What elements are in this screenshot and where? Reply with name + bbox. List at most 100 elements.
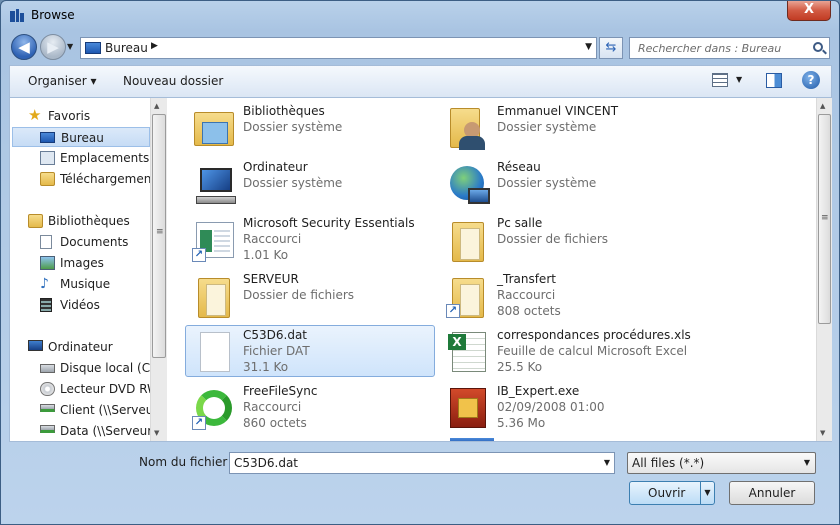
browse-dialog: Browse X ◀ ▶ ▼ Bureau ▶ ▼ ⇆ Rechercher d…: [0, 0, 840, 525]
app-icon: [10, 9, 24, 22]
network-icon: [446, 162, 490, 206]
forward-button[interactable]: ▶: [40, 34, 66, 60]
file-item[interactable]: Réseau Dossier système: [440, 158, 690, 210]
file-name: C53D6.dat: [243, 328, 308, 342]
file-list: Bibliothèques Dossier système Emmanuel VIN…: [168, 98, 816, 441]
network-drive-icon: [40, 404, 55, 412]
search-icon[interactable]: [813, 42, 823, 52]
file-item[interactable]: Pc salle Dossier de fichiers: [440, 214, 690, 266]
file-name: SERVEUR: [243, 272, 299, 286]
cancel-button[interactable]: Annuler: [729, 481, 815, 505]
user-folder-icon: [446, 106, 490, 150]
exe-icon: [446, 386, 490, 430]
file-item[interactable]: Bibliothèques Dossier système: [186, 102, 436, 154]
documents-icon: [40, 235, 52, 249]
filename-label: Nom du fichier :: [139, 455, 236, 469]
file-name: Ordinateur: [243, 160, 308, 174]
breadcrumb-chevron-icon[interactable]: ▶: [151, 41, 158, 51]
file-item[interactable]: Xcorrespondances procédures.xls Feuille d…: [440, 326, 691, 378]
dvd-disc-icon: [40, 382, 55, 396]
search-input[interactable]: Rechercher dans : Bureau: [629, 37, 830, 59]
file-size: 1.01 Ko: [243, 248, 289, 262]
organize-button[interactable]: Organiser ▾: [28, 74, 96, 88]
file-name: correspondances procédures.xls: [497, 328, 691, 342]
address-crumb[interactable]: Bureau: [105, 41, 148, 55]
content-area: ★ Favoris Bureau Emplacements ré Télécha…: [9, 97, 832, 442]
file-item[interactable]: Ordinateur Dossier système: [186, 158, 436, 210]
file-size: 5.36 Mo: [497, 416, 546, 430]
new-folder-button[interactable]: Nouveau dossier: [123, 74, 223, 88]
scroll-up-arrow-icon[interactable]: ▲: [154, 102, 159, 110]
scrollbar-thumb[interactable]: [818, 114, 831, 324]
file-type-value: All files (*.*): [632, 456, 705, 470]
file-name: Réseau: [497, 160, 541, 174]
star-icon: ★: [28, 106, 42, 124]
open-button[interactable]: Ouvrir ▼: [629, 481, 715, 505]
file-item[interactable]: ↗ FreeFileSync Raccourci 860 octets: [186, 382, 436, 434]
pictures-icon: [40, 256, 55, 270]
file-name: FreeFileSync: [243, 384, 318, 398]
file-icon: [192, 330, 236, 374]
folder-icon: [192, 274, 236, 318]
nav-item-bureau[interactable]: Bureau: [12, 127, 150, 147]
file-type-select[interactable]: All files (*.*) ▼: [627, 452, 816, 474]
preview-pane-icon[interactable]: [766, 73, 782, 88]
file-item[interactable]: ↗ Microsoft Security Essentials Raccourci 1…: [186, 214, 436, 266]
file-type: 02/09/2008 01:00: [497, 400, 605, 414]
file-size: 860 octets: [243, 416, 307, 430]
sync-shortcut-icon: ↗: [192, 386, 236, 430]
file-size: 25.5 Ko: [497, 360, 543, 374]
file-type: Dossier système: [243, 120, 343, 134]
file-type: Dossier système: [497, 176, 597, 190]
excel-icon: X: [446, 330, 490, 374]
filename-input[interactable]: C53D6.dat ▼: [229, 452, 615, 474]
refresh-button[interactable]: ⇆: [599, 37, 623, 59]
close-button[interactable]: X: [787, 1, 831, 21]
filename-value[interactable]: C53D6.dat: [234, 456, 298, 470]
recent-pages-dropdown-icon[interactable]: ▼: [67, 42, 73, 51]
file-name: Bibliothèques: [243, 104, 325, 118]
file-type: Raccourci: [243, 400, 302, 414]
folder-shortcut-icon: ↗: [446, 274, 490, 318]
nav-pane-scrollbar[interactable]: ▲ ▼: [150, 98, 167, 441]
file-name: IB_Expert.exe: [497, 384, 580, 398]
file-name: _Transfert: [497, 272, 556, 286]
help-button[interactable]: ?: [802, 71, 820, 89]
file-item[interactable]: ↗ _Transfert Raccourci 808 octets: [440, 270, 690, 322]
back-button[interactable]: ◀: [11, 34, 37, 60]
file-item[interactable]: IB_Expert.exe 02/09/2008 01:00 5.36 Mo: [440, 382, 690, 434]
open-button-label: Ouvrir: [648, 486, 686, 500]
computer-icon: [28, 340, 43, 351]
window-title: Browse: [31, 8, 75, 22]
network-drive-icon: [40, 425, 55, 433]
file-item[interactable]: Emmanuel VINCENT Dossier système: [440, 102, 690, 154]
file-item-partial[interactable]: [450, 438, 494, 441]
view-options-dropdown-icon[interactable]: ▼: [736, 75, 742, 84]
file-name: Pc salle: [497, 216, 543, 230]
address-bar[interactable]: Bureau ▶ ▼: [80, 37, 597, 59]
hard-drive-icon: [40, 364, 55, 373]
desktop-icon: [85, 42, 101, 54]
file-size: 808 octets: [497, 304, 561, 318]
file-list-scrollbar[interactable]: ▲ ▼: [816, 98, 832, 441]
desktop-icon: [40, 132, 55, 143]
file-type: Feuille de calcul Microsoft Excel: [497, 344, 688, 358]
folder-icon: [446, 218, 490, 262]
scroll-up-arrow-icon[interactable]: ▲: [820, 102, 825, 110]
film-icon: [40, 298, 52, 312]
libraries-icon: [28, 214, 43, 228]
file-type: Raccourci: [497, 288, 556, 302]
title-bar: Browse X: [1, 1, 839, 31]
address-dropdown-icon[interactable]: ▼: [585, 42, 592, 52]
filename-dropdown-icon[interactable]: ▼: [604, 458, 610, 467]
change-view-icon[interactable]: [712, 73, 728, 87]
scroll-down-arrow-icon[interactable]: ▼: [154, 429, 159, 437]
file-type-dropdown-icon[interactable]: ▼: [804, 458, 810, 467]
scrollbar-thumb[interactable]: [152, 114, 166, 358]
file-item[interactable]: C53D6.dat Fichier DAT 31.1 Ko: [185, 325, 435, 377]
music-note-icon: ♪: [40, 276, 49, 292]
scroll-down-arrow-icon[interactable]: ▼: [820, 429, 825, 437]
open-options-dropdown-icon[interactable]: ▼: [700, 482, 714, 504]
file-name: Microsoft Security Essentials: [243, 216, 415, 230]
file-item[interactable]: SERVEUR Dossier de fichiers: [186, 270, 436, 322]
